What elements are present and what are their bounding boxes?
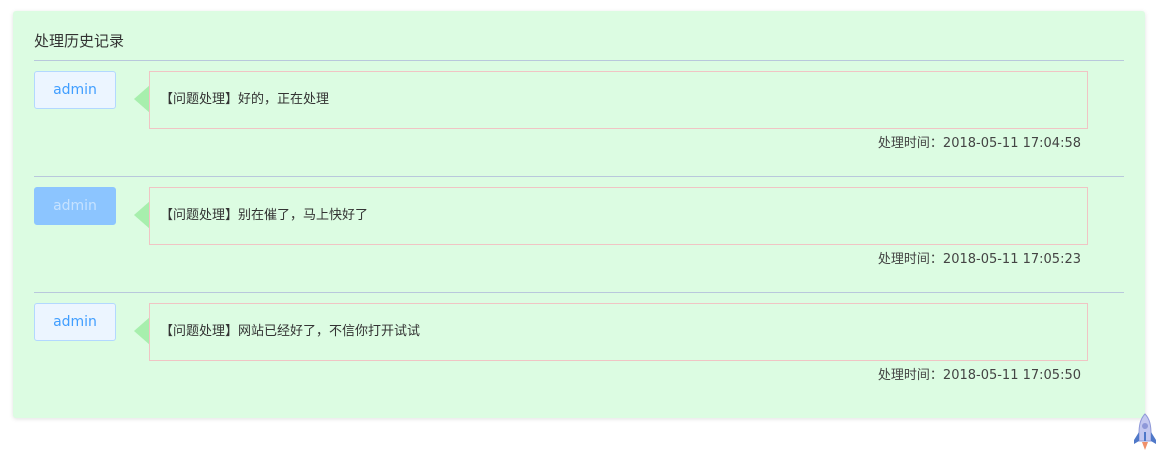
- message-bubble: 【问题处理】网站已经好了，不信你打开试试: [149, 303, 1088, 361]
- process-time: 处理时间：2018-05-11 17:05:23: [878, 251, 1081, 269]
- message-bubble: 【问题处理】好的，正在处理: [149, 71, 1088, 129]
- history-record: admin 【问题处理】别在催了，马上快好了 处理时间：2018-05-11 1…: [34, 177, 1124, 293]
- time-label: 处理时间：: [877, 252, 943, 267]
- user-button[interactable]: admin: [34, 71, 116, 109]
- process-time: 处理时间：2018-05-11 17:04:58: [878, 135, 1081, 153]
- history-panel: 处理历史记录 admin 【问题处理】好的，正在处理 处理时间：2018-05-…: [13, 11, 1145, 418]
- rocket-icon: [1134, 413, 1156, 450]
- time-label: 处理时间：: [877, 368, 943, 383]
- message-bubble: 【问题处理】别在催了，马上快好了: [149, 187, 1088, 245]
- bubble-arrow: [134, 201, 150, 229]
- panel-title: 处理历史记录: [34, 32, 125, 50]
- bubble-arrow: [134, 85, 150, 113]
- user-button[interactable]: admin: [34, 187, 116, 225]
- time-value: 2018-05-11 17:04:58: [942, 136, 1081, 151]
- time-value: 2018-05-11 17:05:50: [942, 368, 1081, 383]
- history-record: admin 【问题处理】好的，正在处理 处理时间：2018-05-11 17:0…: [34, 61, 1124, 177]
- back-to-top-button[interactable]: [1132, 412, 1158, 452]
- time-label: 处理时间：: [877, 136, 943, 151]
- history-record: admin 【问题处理】网站已经好了，不信你打开试试 处理时间：2018-05-…: [34, 293, 1124, 409]
- time-value: 2018-05-11 17:05:23: [942, 252, 1081, 267]
- process-time: 处理时间：2018-05-11 17:05:50: [878, 367, 1081, 385]
- user-button[interactable]: admin: [34, 303, 116, 341]
- bubble-arrow: [134, 317, 150, 345]
